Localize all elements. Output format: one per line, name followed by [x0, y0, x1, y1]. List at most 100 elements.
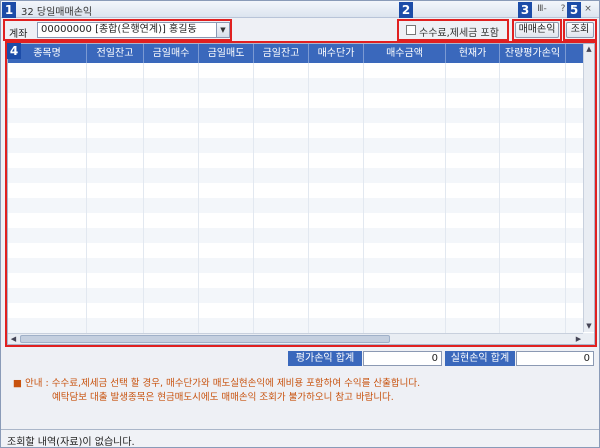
pnl-button[interactable]: 매매손익 [515, 22, 559, 38]
table-row[interactable] [8, 228, 584, 243]
table-cell [254, 288, 309, 303]
table-cell [144, 63, 199, 78]
horizontal-scrollbar[interactable]: ◀ ▶ [8, 333, 584, 344]
table-cell [199, 198, 254, 213]
table-cell [309, 138, 364, 153]
table-cell [446, 258, 500, 273]
positions-grid[interactable]: 종목명 전일잔고 금일매수 금일매도 금일잔고 매수단가 매수금액 현재가 잔량평가손익 ▲ ▼… [7, 43, 595, 345]
table-cell [199, 78, 254, 93]
table-cell [309, 213, 364, 228]
menu-icon[interactable]: Ⅲ- [536, 3, 548, 15]
table-cell [309, 93, 364, 108]
table-cell [199, 318, 254, 333]
scroll-down-icon[interactable]: ▼ [584, 321, 594, 332]
vertical-scrollbar[interactable]: ▲ ▼ [583, 44, 594, 332]
query-button[interactable]: 조회 [566, 22, 594, 38]
table-cell [364, 258, 446, 273]
column-header[interactable]: 잔량평가손익 [500, 44, 566, 63]
table-cell [87, 228, 144, 243]
table-cell [199, 258, 254, 273]
table-row[interactable] [8, 138, 584, 153]
table-cell [8, 138, 87, 153]
table-row[interactable] [8, 78, 584, 93]
table-cell [446, 303, 500, 318]
table-cell [254, 318, 309, 333]
table-row[interactable] [8, 288, 584, 303]
column-header[interactable]: 현재가 [446, 44, 500, 63]
table-cell [8, 303, 87, 318]
table-row[interactable] [8, 243, 584, 258]
table-row[interactable] [8, 318, 584, 333]
column-header[interactable]: 금일매수 [144, 44, 199, 63]
include-fees-checkbox[interactable] [406, 25, 416, 35]
close-icon[interactable]: × [582, 3, 594, 15]
table-row[interactable] [8, 63, 584, 78]
annotation-badge-1: 1 [2, 2, 16, 18]
table-cell [500, 198, 566, 213]
table-cell [254, 213, 309, 228]
table-cell [446, 228, 500, 243]
table-cell [199, 183, 254, 198]
table-cell [8, 258, 87, 273]
table-cell [199, 168, 254, 183]
table-row[interactable] [8, 303, 584, 318]
table-cell [309, 228, 364, 243]
table-cell [309, 183, 364, 198]
table-cell [500, 123, 566, 138]
table-cell [446, 93, 500, 108]
table-cell [364, 318, 446, 333]
include-fees-label[interactable]: 수수료,제세금 포함 [419, 24, 499, 39]
table-cell [87, 213, 144, 228]
table-row[interactable] [8, 93, 584, 108]
annotation-badge-3: 3 [518, 2, 532, 18]
table-row[interactable] [8, 108, 584, 123]
table-cell [446, 78, 500, 93]
table-row[interactable] [8, 123, 584, 138]
table-cell [8, 153, 87, 168]
table-cell [144, 243, 199, 258]
table-row[interactable] [8, 183, 584, 198]
column-header[interactable]: 금일잔고 [254, 44, 309, 63]
table-cell [144, 318, 199, 333]
column-header[interactable]: 매수금액 [364, 44, 446, 63]
table-cell [144, 183, 199, 198]
table-cell [8, 123, 87, 138]
table-row[interactable] [8, 213, 584, 228]
table-row[interactable] [8, 273, 584, 288]
table-cell [364, 123, 446, 138]
table-cell [309, 63, 364, 78]
table-row[interactable] [8, 198, 584, 213]
table-cell [446, 123, 500, 138]
column-header[interactable]: 전일잔고 [87, 44, 144, 63]
account-value: 00000000 [종합(은행연계)] 홍길동 [41, 24, 197, 35]
table-cell [144, 303, 199, 318]
scroll-corner [583, 333, 594, 344]
table-row[interactable] [8, 153, 584, 168]
eval-pnl-value: 0 [363, 351, 442, 366]
chevron-down-icon[interactable]: ▼ [216, 23, 229, 37]
table-cell [87, 93, 144, 108]
table-cell [144, 138, 199, 153]
table-cell [500, 138, 566, 153]
table-cell [87, 318, 144, 333]
column-header[interactable]: 매수단가 [309, 44, 364, 63]
table-row[interactable] [8, 168, 584, 183]
table-cell [254, 108, 309, 123]
table-cell [87, 303, 144, 318]
grid-body[interactable] [8, 63, 584, 333]
scroll-up-icon[interactable]: ▲ [584, 44, 594, 55]
status-bar: 조회할 내역(자료)이 없습니다. [1, 429, 599, 448]
column-header[interactable]: 금일매도 [199, 44, 254, 63]
scroll-left-icon[interactable]: ◀ [8, 334, 19, 344]
table-cell [87, 183, 144, 198]
table-cell [254, 198, 309, 213]
table-cell [144, 108, 199, 123]
account-select[interactable]: 00000000 [종합(은행연계)] 홍길동 ▼ [37, 22, 230, 38]
annotation-badge-5: 5 [567, 2, 581, 18]
table-cell [8, 243, 87, 258]
table-cell [309, 78, 364, 93]
table-row[interactable] [8, 258, 584, 273]
title-bar: 32 당일매매손익 Ⅲ- ? × [1, 1, 599, 18]
horizontal-scroll-thumb[interactable] [20, 335, 390, 343]
table-cell [364, 198, 446, 213]
